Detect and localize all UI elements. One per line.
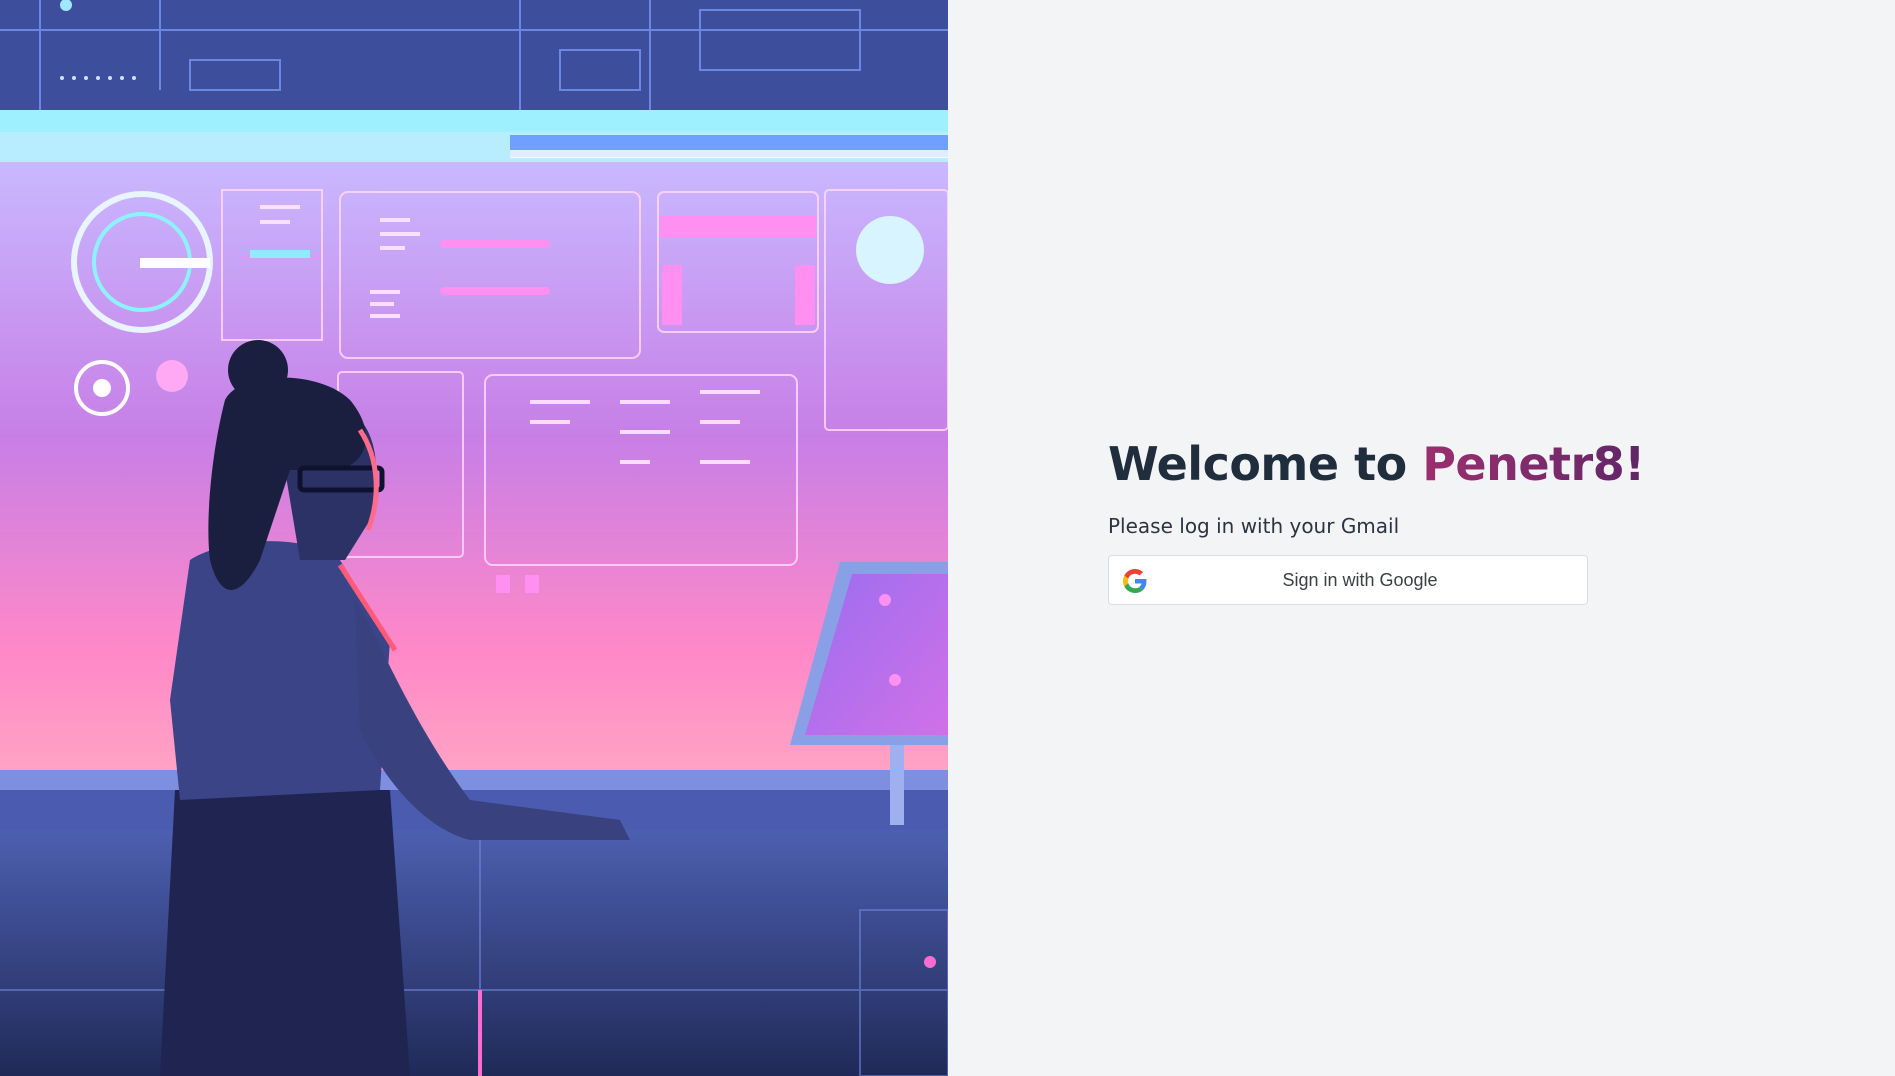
welcome-prefix: Welcome to [1108, 437, 1423, 491]
login-panel: Welcome to Penetr8! Please log in with y… [948, 0, 1895, 1076]
brand-name: Penetr8! [1422, 437, 1645, 491]
hero-illustration [0, 0, 948, 1076]
google-button-label: Sign in with Google [1282, 569, 1438, 590]
welcome-title: Welcome to Penetr8! [1108, 434, 1645, 494]
sign-in-with-google-button[interactable]: Sign in with Google [1108, 555, 1588, 605]
google-g-icon [1123, 569, 1147, 593]
login-card: Welcome to Penetr8! Please log in with y… [1108, 434, 1645, 605]
login-subtitle: Please log in with your Gmail [1108, 514, 1400, 538]
login-page: Welcome to Penetr8! Please log in with y… [0, 0, 1895, 1076]
cyber-console-illustration [0, 0, 948, 1076]
